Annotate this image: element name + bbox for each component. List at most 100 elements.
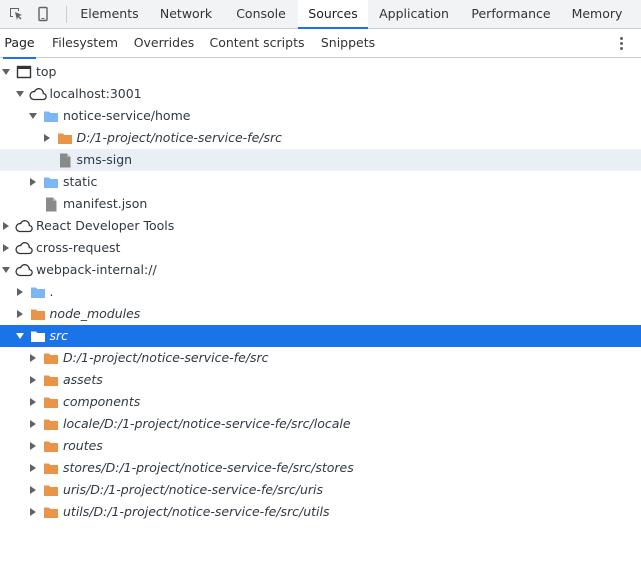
tree-item-label: locale/D:/1-project/notice-service-fe/sr… [63, 416, 351, 431]
more-options-icon[interactable] [613, 35, 629, 51]
folder-icon [42, 482, 60, 498]
cloud-icon [15, 240, 33, 256]
collapsed-arrow-icon[interactable] [28, 507, 38, 517]
collapsed-arrow-icon[interactable] [28, 441, 38, 451]
tree-item-label: D:/1-project/notice-service-fe/src [76, 130, 283, 145]
tree-item[interactable]: . [0, 281, 641, 303]
tree-item-label: utils/D:/1-project/notice-service-fe/src… [63, 504, 330, 519]
folder-icon [29, 328, 47, 344]
subtab-page[interactable]: Page [3, 29, 36, 59]
tree-item-label: top [36, 64, 57, 79]
collapsed-arrow-icon[interactable] [28, 353, 38, 363]
tree-item[interactable]: React Developer Tools [0, 215, 641, 237]
tree-item[interactable]: localhost:3001 [0, 83, 641, 105]
tree-item[interactable]: src [0, 325, 641, 347]
folder-icon [29, 284, 47, 300]
file-icon [42, 196, 60, 212]
tab-console[interactable]: Console [226, 0, 296, 29]
folder-icon [42, 350, 60, 366]
subtab-overrides[interactable]: Overrides [132, 29, 196, 58]
collapsed-arrow-icon[interactable] [1, 243, 11, 253]
devtools-main-toolbar: Elements Network Console Sources Applica… [0, 0, 641, 29]
subtab-snippets[interactable]: Snippets [319, 29, 377, 58]
tree-item[interactable]: stores/D:/1-project/notice-service-fe/sr… [0, 457, 641, 479]
tree-item[interactable]: components [0, 391, 641, 413]
tree-item-label: stores/D:/1-project/notice-service-fe/sr… [63, 460, 354, 475]
navigator-tabbar: Page Filesystem Overrides Content script… [0, 29, 641, 59]
tree-item[interactable]: notice-service/home [0, 105, 641, 127]
tree-item[interactable]: routes [0, 435, 641, 457]
tree-item-label: manifest.json [63, 196, 148, 211]
device-toolbar-icon[interactable] [33, 4, 53, 24]
folder-icon [42, 416, 60, 432]
tab-application[interactable]: Application [372, 0, 456, 29]
tree-item-label: notice-service/home [63, 108, 191, 123]
cloud-icon [15, 218, 33, 234]
expanded-arrow-icon[interactable] [28, 111, 38, 121]
tree-item-label: D:/1-project/notice-service-fe/src [63, 350, 269, 365]
tree-item-label: components [63, 394, 141, 409]
collapsed-arrow-icon[interactable] [42, 133, 52, 143]
collapsed-arrow-icon[interactable] [15, 287, 25, 297]
subtab-filesystem[interactable]: Filesystem [50, 29, 120, 58]
expanded-arrow-icon[interactable] [1, 265, 11, 275]
cloud-icon [28, 86, 47, 102]
collapsed-arrow-icon[interactable] [28, 375, 38, 385]
folder-icon [42, 394, 60, 410]
tree-item-label: cross-request [36, 240, 121, 255]
folder-icon [42, 372, 60, 388]
tree-item-label: uris/D:/1-project/notice-service-fe/src/… [63, 482, 324, 497]
tree-item-label: static [63, 174, 98, 189]
tree-item[interactable]: webpack-internal:// [0, 259, 641, 281]
collapsed-arrow-icon[interactable] [1, 221, 11, 231]
frame-icon [15, 64, 33, 80]
tree-item[interactable]: D:/1-project/notice-service-fe/src [0, 127, 641, 149]
tree-item[interactable]: top [0, 61, 641, 83]
collapsed-arrow-icon[interactable] [28, 463, 38, 473]
expanded-arrow-icon[interactable] [1, 67, 11, 77]
tree-item[interactable]: D:/1-project/notice-service-fe/src [0, 347, 641, 369]
tree-item[interactable]: static [0, 171, 641, 193]
tree-item-label: sms-sign [76, 152, 133, 167]
folder-icon [56, 130, 74, 146]
inspect-element-icon[interactable] [6, 4, 26, 24]
tree-item[interactable]: assets [0, 369, 641, 391]
collapsed-arrow-icon[interactable] [28, 419, 38, 429]
tree-item-label: routes [63, 438, 103, 453]
collapsed-arrow-icon[interactable] [15, 309, 25, 319]
tab-performance[interactable]: Performance [465, 0, 557, 29]
file-icon [56, 152, 74, 168]
expanded-arrow-icon[interactable] [15, 331, 25, 341]
tab-network[interactable]: Network [152, 0, 220, 29]
folder-icon [42, 108, 60, 124]
tree-item-label: assets [63, 372, 103, 387]
folder-icon [42, 174, 60, 190]
tree-item[interactable]: node_modules [0, 303, 641, 325]
collapsed-arrow-icon[interactable] [28, 397, 38, 407]
collapsed-arrow-icon[interactable] [28, 485, 38, 495]
tree-item[interactable]: manifest.json [0, 193, 641, 215]
tab-sources[interactable]: Sources [298, 0, 368, 29]
tree-item-label: React Developer Tools [36, 218, 175, 233]
tree-item-label: localhost:3001 [49, 86, 142, 101]
folder-icon [42, 504, 60, 520]
tree-item-label: src [49, 328, 69, 343]
tree-item[interactable]: utils/D:/1-project/notice-service-fe/src… [0, 501, 641, 523]
tree-item[interactable]: cross-request [0, 237, 641, 259]
folder-icon [42, 460, 60, 476]
tab-elements[interactable]: Elements [73, 0, 146, 29]
subtab-content-scripts[interactable]: Content scripts [209, 29, 305, 58]
tree-item-label: webpack-internal:// [36, 262, 157, 277]
collapsed-arrow-icon[interactable] [28, 177, 38, 187]
folder-icon [29, 306, 47, 322]
tree-item-label: node_modules [49, 306, 141, 321]
tree-item[interactable]: locale/D:/1-project/notice-service-fe/sr… [0, 413, 641, 435]
tree-item[interactable]: uris/D:/1-project/notice-service-fe/src/… [0, 479, 641, 501]
tree-item-label: . [49, 284, 54, 299]
tree-item[interactable]: sms-sign [0, 149, 641, 171]
expanded-arrow-icon[interactable] [15, 89, 25, 99]
tab-memory[interactable]: Memory [566, 0, 628, 29]
toolbar-divider [66, 6, 67, 23]
folder-icon [42, 438, 60, 454]
cloud-icon [15, 262, 33, 278]
